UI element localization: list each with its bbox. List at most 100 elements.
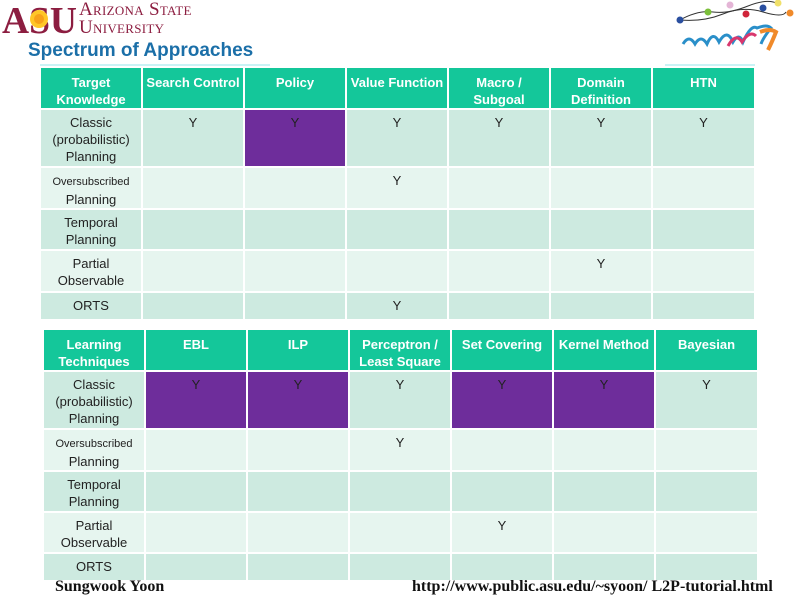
- cell-highlighted: Y: [552, 370, 656, 430]
- cell: [141, 166, 245, 210]
- cell: Y: [651, 108, 756, 168]
- asu-logo: ASU Arizona State University: [0, 0, 215, 38]
- table-row: Partial Observable Y: [42, 511, 759, 554]
- row-label-line1: Oversubscribed: [52, 176, 130, 188]
- row-label: Oversubscribed Planning: [42, 428, 146, 472]
- row-label: ORTS: [39, 291, 143, 321]
- cell: [144, 552, 248, 582]
- cell: [654, 511, 759, 554]
- row-label: Oversubscribed Planning: [39, 166, 143, 210]
- column-header: Kernel Method: [552, 328, 656, 372]
- cell: [447, 249, 551, 293]
- cell: [450, 470, 554, 513]
- table-row: Classic (probabilistic) Planning Y Y Y Y…: [42, 370, 759, 430]
- cell: Y: [348, 370, 452, 430]
- table-row: Oversubscribed Planning Y: [42, 428, 759, 472]
- cell: [654, 552, 759, 582]
- column-header: Bayesian: [654, 328, 759, 372]
- cell: [348, 470, 452, 513]
- row-label: ORTS: [42, 552, 146, 582]
- cell: [447, 291, 551, 321]
- cell: Y: [447, 108, 551, 168]
- author-name: Sungwook Yoon: [55, 578, 165, 595]
- table-row: ORTS: [42, 552, 759, 582]
- table-header-row: Learning Techniques EBL ILP Perceptron /…: [42, 328, 759, 372]
- table-row: Partial Observable Y: [39, 249, 756, 293]
- cell: [549, 208, 653, 251]
- cell: Y: [450, 511, 554, 554]
- column-header: Target Knowledge: [39, 66, 143, 110]
- tutorial-url: http://www.public.asu.edu/~syoon/ L2P-tu…: [412, 578, 773, 595]
- column-header: Domain Definition: [549, 66, 653, 110]
- cell: [549, 291, 653, 321]
- cell: [246, 428, 350, 472]
- asu-name-line2: University: [79, 17, 165, 38]
- cell: [552, 470, 656, 513]
- cell: [651, 291, 756, 321]
- column-header: Value Function: [345, 66, 449, 110]
- cell: Y: [549, 249, 653, 293]
- icaps-logo-icon: [676, 0, 794, 51]
- cell: [141, 249, 245, 293]
- cell: [450, 552, 554, 582]
- cell: Y: [654, 370, 759, 430]
- cell-highlighted: Y: [144, 370, 248, 430]
- cell: Y: [345, 166, 449, 210]
- cell: [246, 470, 350, 513]
- row-label-line2: Planning: [68, 454, 120, 469]
- cell: [651, 249, 756, 293]
- cell-highlighted: Y: [243, 108, 347, 168]
- cell: [246, 511, 350, 554]
- column-header: EBL: [144, 328, 248, 372]
- cell-highlighted: Y: [246, 370, 350, 430]
- table-row: ORTS Y: [39, 291, 756, 321]
- row-label: Temporal Planning: [42, 470, 146, 513]
- cell: [144, 428, 248, 472]
- cell: [345, 208, 449, 251]
- cell: Y: [348, 428, 452, 472]
- asu-mark-icon: ASU: [2, 2, 77, 35]
- cell: [348, 552, 452, 582]
- row-label: Classic (probabilistic) Planning: [39, 108, 143, 168]
- target-knowledge-table: Target Knowledge Search Control Policy V…: [39, 66, 756, 321]
- cell: Y: [549, 108, 653, 168]
- cell: [654, 470, 759, 513]
- cell: [450, 428, 554, 472]
- cell: Y: [141, 108, 245, 168]
- table-header-row: Target Knowledge Search Control Policy V…: [39, 66, 756, 110]
- cell: [243, 166, 347, 210]
- cell: [141, 208, 245, 251]
- column-header: ILP: [246, 328, 350, 372]
- table-row: Temporal Planning: [39, 208, 756, 251]
- cell: [246, 552, 350, 582]
- column-header: Macro / Subgoal: [447, 66, 551, 110]
- cell: [447, 166, 551, 210]
- cell: Y: [345, 108, 449, 168]
- cell: [144, 470, 248, 513]
- column-header: Search Control: [141, 66, 245, 110]
- cell: [447, 208, 551, 251]
- cell: [348, 511, 452, 554]
- table-row: Oversubscribed Planning Y: [39, 166, 756, 210]
- cell: [552, 428, 656, 472]
- cell: [243, 291, 347, 321]
- row-label: Classic (probabilistic) Planning: [42, 370, 146, 430]
- table-row: Classic (probabilistic) Planning Y Y Y Y…: [39, 108, 756, 168]
- cell: [243, 249, 347, 293]
- cell-highlighted: Y: [450, 370, 554, 430]
- cell: [345, 249, 449, 293]
- row-label-line1: Oversubscribed: [55, 438, 133, 450]
- asu-name: Arizona State University: [79, 0, 192, 38]
- cell: [654, 428, 759, 472]
- column-header: HTN: [651, 66, 756, 110]
- table-row: Temporal Planning: [42, 470, 759, 513]
- cell: [144, 511, 248, 554]
- learning-techniques-table: Learning Techniques EBL ILP Perceptron /…: [42, 328, 759, 582]
- column-header: Learning Techniques: [42, 328, 146, 372]
- cell: [552, 552, 656, 582]
- cell: [651, 166, 756, 210]
- cell: [243, 208, 347, 251]
- row-label: Partial Observable: [39, 249, 143, 293]
- row-label: Partial Observable: [42, 511, 146, 554]
- slide-title: Spectrum of Approaches: [28, 40, 254, 61]
